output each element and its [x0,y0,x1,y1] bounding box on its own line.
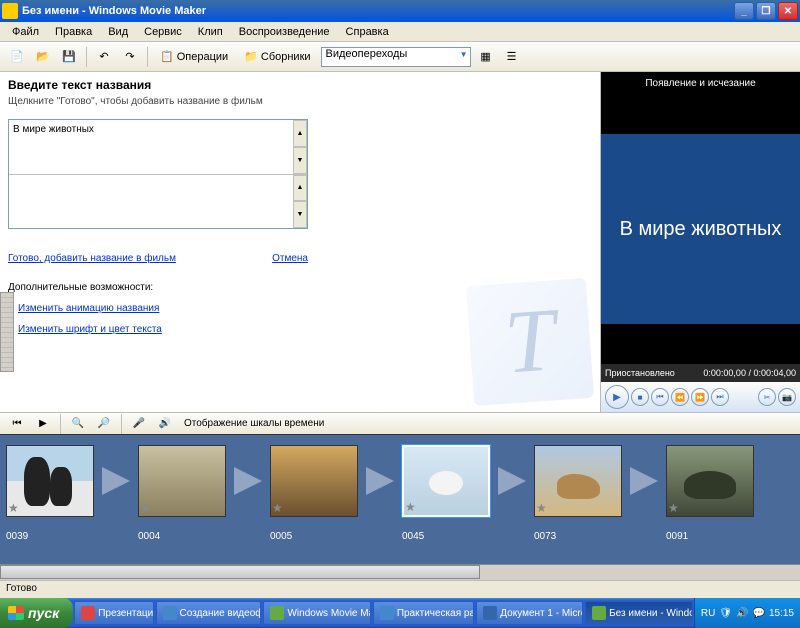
storyboard-clip[interactable]: ★ [270,445,358,517]
app-icon [2,3,18,19]
storyboard-clip[interactable]: ★ [666,445,754,517]
menu-help[interactable]: Справка [338,24,397,40]
preview-time: 0:00:00,00 / 0:00:04,00 [703,368,796,378]
preview-status: Приостановлено [605,368,675,378]
clip-label: 0091 [666,531,688,542]
preview-panel: Появление и исчезание В мире животных Пр… [600,72,800,412]
clip-label: 0073 [534,531,556,542]
storyboard: ★ 0039 ★ 0004 ★ 0005 ★ 0045 ★ 0073 ★ 009… [0,434,800,564]
storyboard-clip[interactable]: ★ [402,445,490,517]
menu-view[interactable]: Вид [100,24,136,40]
title-editor-panel: Введите текст названия Щелкните "Готово"… [0,72,600,412]
preview-effect-label: Появление и исчезание [601,72,800,94]
view-details-button[interactable]: ☰ [501,46,523,68]
done-link[interactable]: Готово, добавить название в фильм [8,253,176,264]
narrate-button[interactable]: 🎤 [128,413,150,435]
effects-icon[interactable]: ★ [536,501,547,515]
taskbar-button[interactable]: Практическая рабо... [373,601,474,625]
clock[interactable]: 15:15 [769,608,794,619]
collection-dropdown[interactable]: Видеопереходы [321,47,471,67]
transition-slot[interactable] [498,467,526,495]
system-tray: RU 🛡 🔊 💬 15:15 [694,598,800,628]
preview-controls: ▶ ■ ⏮ ⏪ ⏩ ⏭ ✂ 📷 [601,382,800,412]
zoom-in-button[interactable]: 🔍 [67,413,89,435]
menu-bar: Файл Правка Вид Сервис Клип Воспроизведе… [0,22,800,42]
title-hint: Щелкните "Готово", чтобы добавить назван… [8,96,592,107]
preview-monitor: В мире животных [601,94,800,364]
storyboard-clip[interactable]: ★ [534,445,622,517]
menu-service[interactable]: Сервис [136,24,190,40]
menu-clip[interactable]: Клип [190,24,231,40]
next-button[interactable]: ⏭ [711,388,729,406]
clip-label: 0005 [270,531,292,542]
status-bar: Готово [0,580,800,598]
window-titlebar: Без имени - Windows Movie Maker _ ❐ ✕ [0,0,800,22]
save-button[interactable]: 💾 [58,46,80,68]
title-text-input[interactable]: В мире животных▲▼ ▲▼ [8,119,308,229]
rewind-button[interactable]: ⏪ [671,388,689,406]
windows-flag-icon [8,606,24,620]
transition-slot[interactable] [630,467,658,495]
toolbar: 📄 📂 💾 ↶ ↷ 📋 Операции 📁 Сборники Видеопер… [0,42,800,72]
filmstrip-icon [0,292,14,372]
timeline-rewind-button[interactable]: ⏮ [6,413,28,435]
maximize-button[interactable]: ❐ [756,2,776,20]
storyboard-clip[interactable]: ★ [6,445,94,517]
clip-label: 0039 [6,531,28,542]
new-button[interactable]: 📄 [6,46,28,68]
view-thumbnails-button[interactable]: ▦ [475,46,497,68]
prev-button[interactable]: ⏮ [651,388,669,406]
open-button[interactable]: 📂 [32,46,54,68]
effects-icon[interactable]: ★ [272,501,283,515]
minimize-button[interactable]: _ [734,2,754,20]
start-button[interactable]: пуск [0,598,73,628]
taskbar: пуск Презентация 1 Создание видеофил... … [0,598,800,628]
play-button[interactable]: ▶ [605,385,629,409]
timeline-toolbar: ⏮ ▶ 🔍 🔎 🎤 🔊 Отображение шкалы времени [0,412,800,434]
window-title: Без имени - Windows Movie Maker [22,5,734,17]
title-watermark-icon: T [466,278,594,406]
storyboard-scrollbar[interactable] [0,564,800,580]
transition-slot[interactable] [366,467,394,495]
undo-button[interactable]: ↶ [93,46,115,68]
language-indicator[interactable]: RU [701,608,715,619]
audio-levels-button[interactable]: 🔊 [154,413,176,435]
menu-playback[interactable]: Воспроизведение [231,24,338,40]
menu-edit[interactable]: Правка [47,24,100,40]
taskbar-button[interactable]: Документ 1 - Microso... [476,601,583,625]
cancel-link[interactable]: Отмена [272,253,308,264]
effects-icon[interactable]: ★ [8,501,19,515]
redo-button[interactable]: ↷ [119,46,141,68]
menu-file[interactable]: Файл [4,24,47,40]
forward-button[interactable]: ⏩ [691,388,709,406]
timeline-play-button[interactable]: ▶ [32,413,54,435]
taskbar-button[interactable]: Презентация 1 [74,601,153,625]
title-heading: Введите текст названия [8,78,592,92]
storyboard-clip[interactable]: ★ [138,445,226,517]
taskbar-button[interactable]: Создание видеофил... [156,601,262,625]
preview-time-bar: Приостановлено 0:00:00,00 / 0:00:04,00 [601,364,800,382]
split-button[interactable]: ✂ [758,388,776,406]
tray-icon[interactable]: 💬 [753,608,765,619]
effects-icon[interactable]: ★ [140,501,151,515]
transition-slot[interactable] [234,467,262,495]
preview-title-text: В мире животных [601,134,800,324]
snapshot-button[interactable]: 📷 [778,388,796,406]
tasks-button[interactable]: 📋 Операции [154,48,234,65]
taskbar-button[interactable]: Windows Movie Make... [263,601,370,625]
tray-icon[interactable]: 🛡 [719,608,732,619]
collections-button[interactable]: 📁 Сборники [238,48,316,65]
clip-label: 0004 [138,531,160,542]
clip-label: 0045 [402,531,424,542]
stop-button[interactable]: ■ [631,388,649,406]
tray-icon[interactable]: 🔊 [736,608,748,619]
close-button[interactable]: ✕ [778,2,798,20]
zoom-out-button[interactable]: 🔎 [93,413,115,435]
transition-slot[interactable] [102,467,130,495]
effects-icon[interactable]: ★ [668,501,679,515]
effects-icon[interactable]: ★ [405,500,416,514]
taskbar-button[interactable]: Без имени - Windows... [585,601,693,625]
timeline-view-toggle[interactable]: Отображение шкалы времени [184,418,324,429]
